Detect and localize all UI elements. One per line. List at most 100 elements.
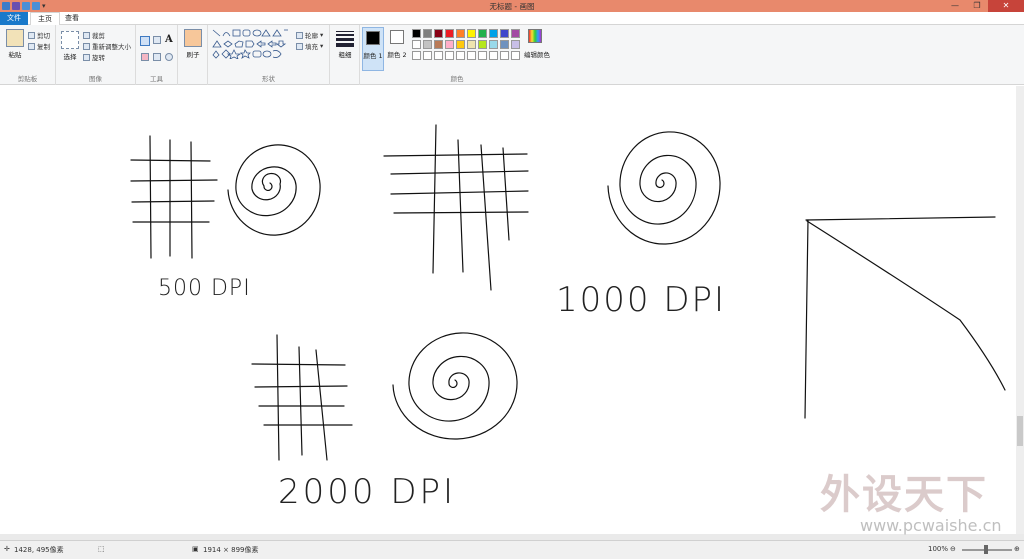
resize-button[interactable]: 重新调整大小 [83,41,131,51]
zoom-in-button[interactable]: ⊕ [1014,545,1020,553]
rotate-label: 旋转 [92,54,105,62]
color1-button[interactable]: 颜色 1 [362,27,384,71]
resize-label: 重新调整大小 [92,43,131,51]
minimize-button[interactable]: — [944,0,966,12]
label-2000dpi: 2000 DPI [278,472,457,512]
color2-swatch [390,30,404,44]
color-swatch[interactable] [412,29,421,38]
color-swatch[interactable] [456,29,465,38]
copy-label: 复制 [37,43,50,51]
tab-file[interactable]: 文件 [0,12,28,25]
color-swatch[interactable] [500,29,509,38]
vertical-scrollbar[interactable] [1016,86,1024,534]
color1-swatch [366,31,380,45]
color-swatch[interactable] [467,51,476,60]
color-swatch[interactable] [423,29,432,38]
fill-dropdown[interactable]: 填充 ▾ [296,41,323,51]
color-swatch[interactable] [478,40,487,49]
zoom-slider-knob[interactable] [984,545,988,554]
tab-home[interactable]: 主页 [30,12,60,26]
color-swatch[interactable] [456,51,465,60]
image-size-icon: ▣ [192,545,199,553]
line-width-icon[interactable] [336,31,354,47]
grid-sketch-1000dpi [383,124,529,291]
paste-button[interactable]: 粘贴 [2,49,28,59]
tools-group-label: 工具 [150,75,163,83]
color-swatch[interactable] [423,40,432,49]
color-swatch[interactable] [456,40,465,49]
image-group-label: 图像 [89,75,102,83]
color1-label: 颜色 1 [363,52,383,60]
color-swatch[interactable] [445,51,454,60]
eraser-icon[interactable] [141,53,149,61]
fill-bucket-icon[interactable] [153,36,161,44]
selection-size-icon: ⬚ [98,545,105,553]
fill-label: 填充 [305,43,318,51]
clipboard-group-label: 剪贴板 [17,75,38,83]
color-swatch[interactable] [478,29,487,38]
copy-icon [28,42,35,50]
select-icon[interactable] [61,31,79,49]
title-bar: ▾ 无标题 - 画图 — ❐ ✕ [0,0,1024,12]
size-button[interactable]: 粗细 [330,49,360,59]
colors-group-label: 颜色 [450,75,464,83]
close-button[interactable]: ✕ [988,0,1024,12]
color-swatch[interactable] [478,51,487,60]
color-swatch[interactable] [489,51,498,60]
color-swatch[interactable] [500,51,509,60]
grid-sketch-500dpi [130,135,218,259]
drawing-canvas[interactable]: 500 DPI 1000 DPI 2000 DPI [0,86,1024,534]
chevron-down-icon: ▾ [320,42,324,50]
color-swatch[interactable] [445,29,454,38]
color-swatch[interactable] [511,40,520,49]
color-swatch[interactable] [434,29,443,38]
edit-colors-icon[interactable] [528,29,542,43]
shapes-gallery[interactable] [212,29,290,59]
color-swatch[interactable] [489,40,498,49]
paste-icon[interactable] [6,29,24,47]
crop-button[interactable]: 裁剪 [83,30,105,40]
outline-dropdown[interactable]: 轮廓 ▾ [296,30,323,40]
color2-button[interactable]: 颜色 2 [386,27,408,71]
triangle-sketch [804,216,1006,419]
brushes-button[interactable]: 刷子 [178,49,208,59]
brush-icon[interactable] [184,29,202,47]
text-tool-icon[interactable]: A [165,34,173,45]
color-swatch[interactable] [412,51,421,60]
shapes-group: 轮廓 ▾ 填充 ▾ 形状 [208,25,330,85]
color-swatch[interactable] [511,51,520,60]
crop-label: 裁剪 [92,32,105,40]
color-picker-icon[interactable] [153,53,161,61]
spiral-sketch-500dpi [227,144,321,236]
chevron-down-icon: ▾ [320,31,324,39]
cut-label: 剪切 [37,32,50,40]
color-swatch[interactable] [412,40,421,49]
shapes-group-label: 形状 [262,75,275,83]
label-1000dpi: 1000 DPI [556,280,727,320]
color-swatch[interactable] [467,29,476,38]
tab-view[interactable]: 查看 [58,12,86,25]
color-swatch[interactable] [434,51,443,60]
select-button[interactable]: 选择 [58,51,82,61]
magnifier-icon[interactable] [165,53,173,61]
color-swatch[interactable] [500,40,509,49]
rotate-button[interactable]: 旋转 [83,52,105,62]
ribbon: 粘贴 剪切 复制 剪贴板 选择 裁剪 重新调整大小 旋转 图像 A 工具 刷子 [0,25,1024,85]
outline-label: 轮廓 [305,32,318,40]
color-swatch[interactable] [511,29,520,38]
copy-button[interactable]: 复制 [28,41,50,51]
edit-colors-button[interactable]: 编辑颜色 [522,49,552,59]
color-swatch[interactable] [423,51,432,60]
color-swatch[interactable] [489,29,498,38]
color-swatch[interactable] [467,40,476,49]
rotate-icon [83,53,90,61]
vertical-scroll-thumb[interactable] [1017,416,1023,446]
zoom-out-button[interactable]: ⊖ [950,545,956,553]
cursor-position: 1428, 495像素 [14,546,64,554]
color-swatch[interactable] [445,40,454,49]
color-swatch[interactable] [434,40,443,49]
cut-button[interactable]: 剪切 [28,30,50,40]
pencil-icon[interactable] [140,36,150,46]
image-group: 选择 裁剪 重新调整大小 旋转 图像 [56,25,136,85]
maximize-button[interactable]: ❐ [966,0,988,12]
